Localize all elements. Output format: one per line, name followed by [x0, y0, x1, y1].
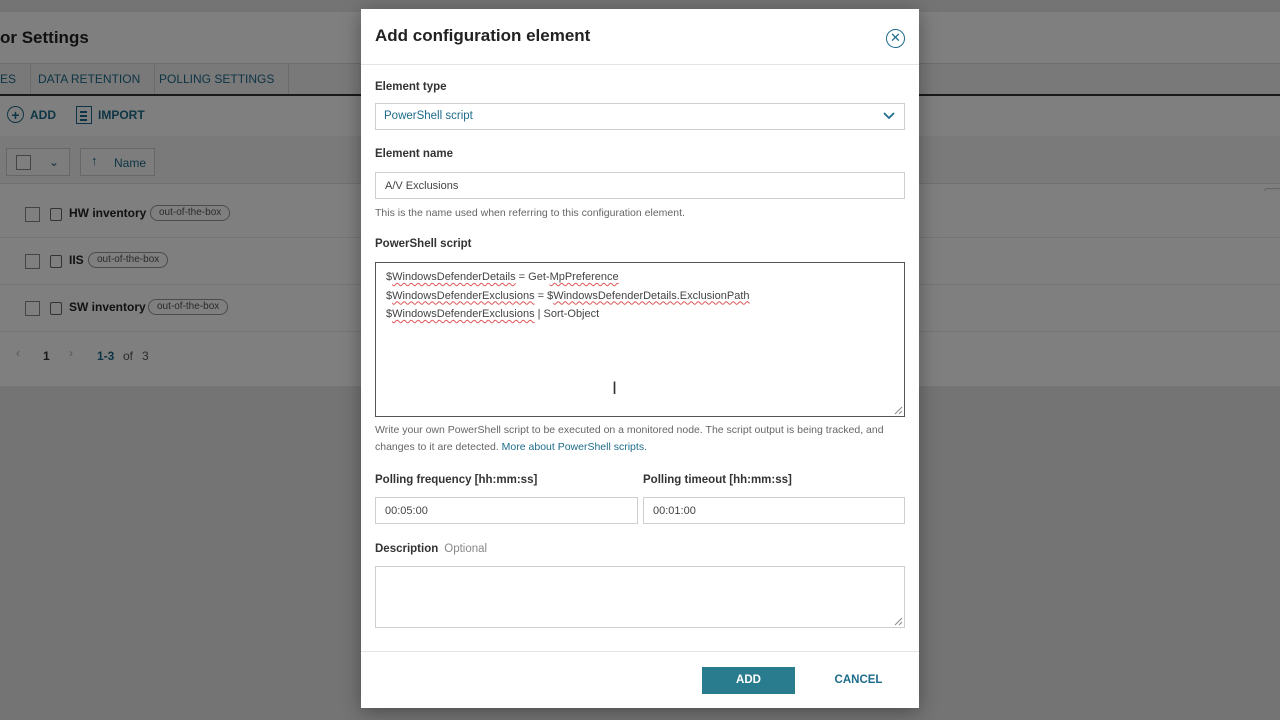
element-type-value: PowerShell script: [384, 110, 473, 122]
text-cursor-icon: I: [612, 379, 618, 399]
script-line: $WindowsDefenderExclusions = $WindowsDef…: [386, 289, 750, 302]
element-name-input[interactable]: [375, 172, 905, 199]
dialog-title: Add configuration element: [375, 26, 591, 45]
script-line: $WindowsDefenderDetails = Get-MpPreferen…: [386, 271, 619, 283]
polling-timeout-label: Polling timeout [hh:mm:ss]: [643, 474, 792, 486]
element-name-help: This is the name used when referring to …: [375, 207, 685, 219]
chevron-down-icon: [883, 112, 895, 120]
element-type-select[interactable]: PowerShell script: [375, 103, 905, 130]
description-textarea[interactable]: [375, 566, 905, 628]
dialog-header: Add configuration element ✕: [361, 9, 919, 65]
cancel-button[interactable]: CANCEL: [821, 667, 896, 694]
dialog-footer: ADD CANCEL: [361, 651, 919, 708]
script-line: $WindowsDefenderExclusions | Sort-Object: [386, 308, 600, 320]
powershell-script-editor[interactable]: $WindowsDefenderDetails = Get-MpPreferen…: [375, 262, 905, 417]
add-configuration-element-dialog: Add configuration element ✕ Element type…: [361, 9, 919, 708]
close-icon[interactable]: ✕: [886, 29, 905, 48]
polling-frequency-input[interactable]: [375, 497, 638, 524]
polling-timeout-input[interactable]: [643, 497, 905, 524]
optional-hint: Optional: [444, 543, 488, 555]
element-name-label: Element name: [375, 148, 453, 160]
powershell-help-link[interactable]: More about PowerShell scripts.: [502, 441, 647, 453]
script-help: Write your own PowerShell script to be e…: [375, 422, 905, 456]
script-label: PowerShell script: [375, 238, 472, 250]
description-label-text: Description: [375, 543, 439, 555]
add-button[interactable]: ADD: [702, 667, 795, 694]
resize-handle-icon[interactable]: [894, 406, 903, 415]
element-type-label: Element type: [375, 81, 447, 93]
polling-frequency-label: Polling frequency [hh:mm:ss]: [375, 474, 538, 486]
description-label: Description Optional: [375, 543, 487, 555]
resize-handle-icon[interactable]: [894, 617, 903, 626]
